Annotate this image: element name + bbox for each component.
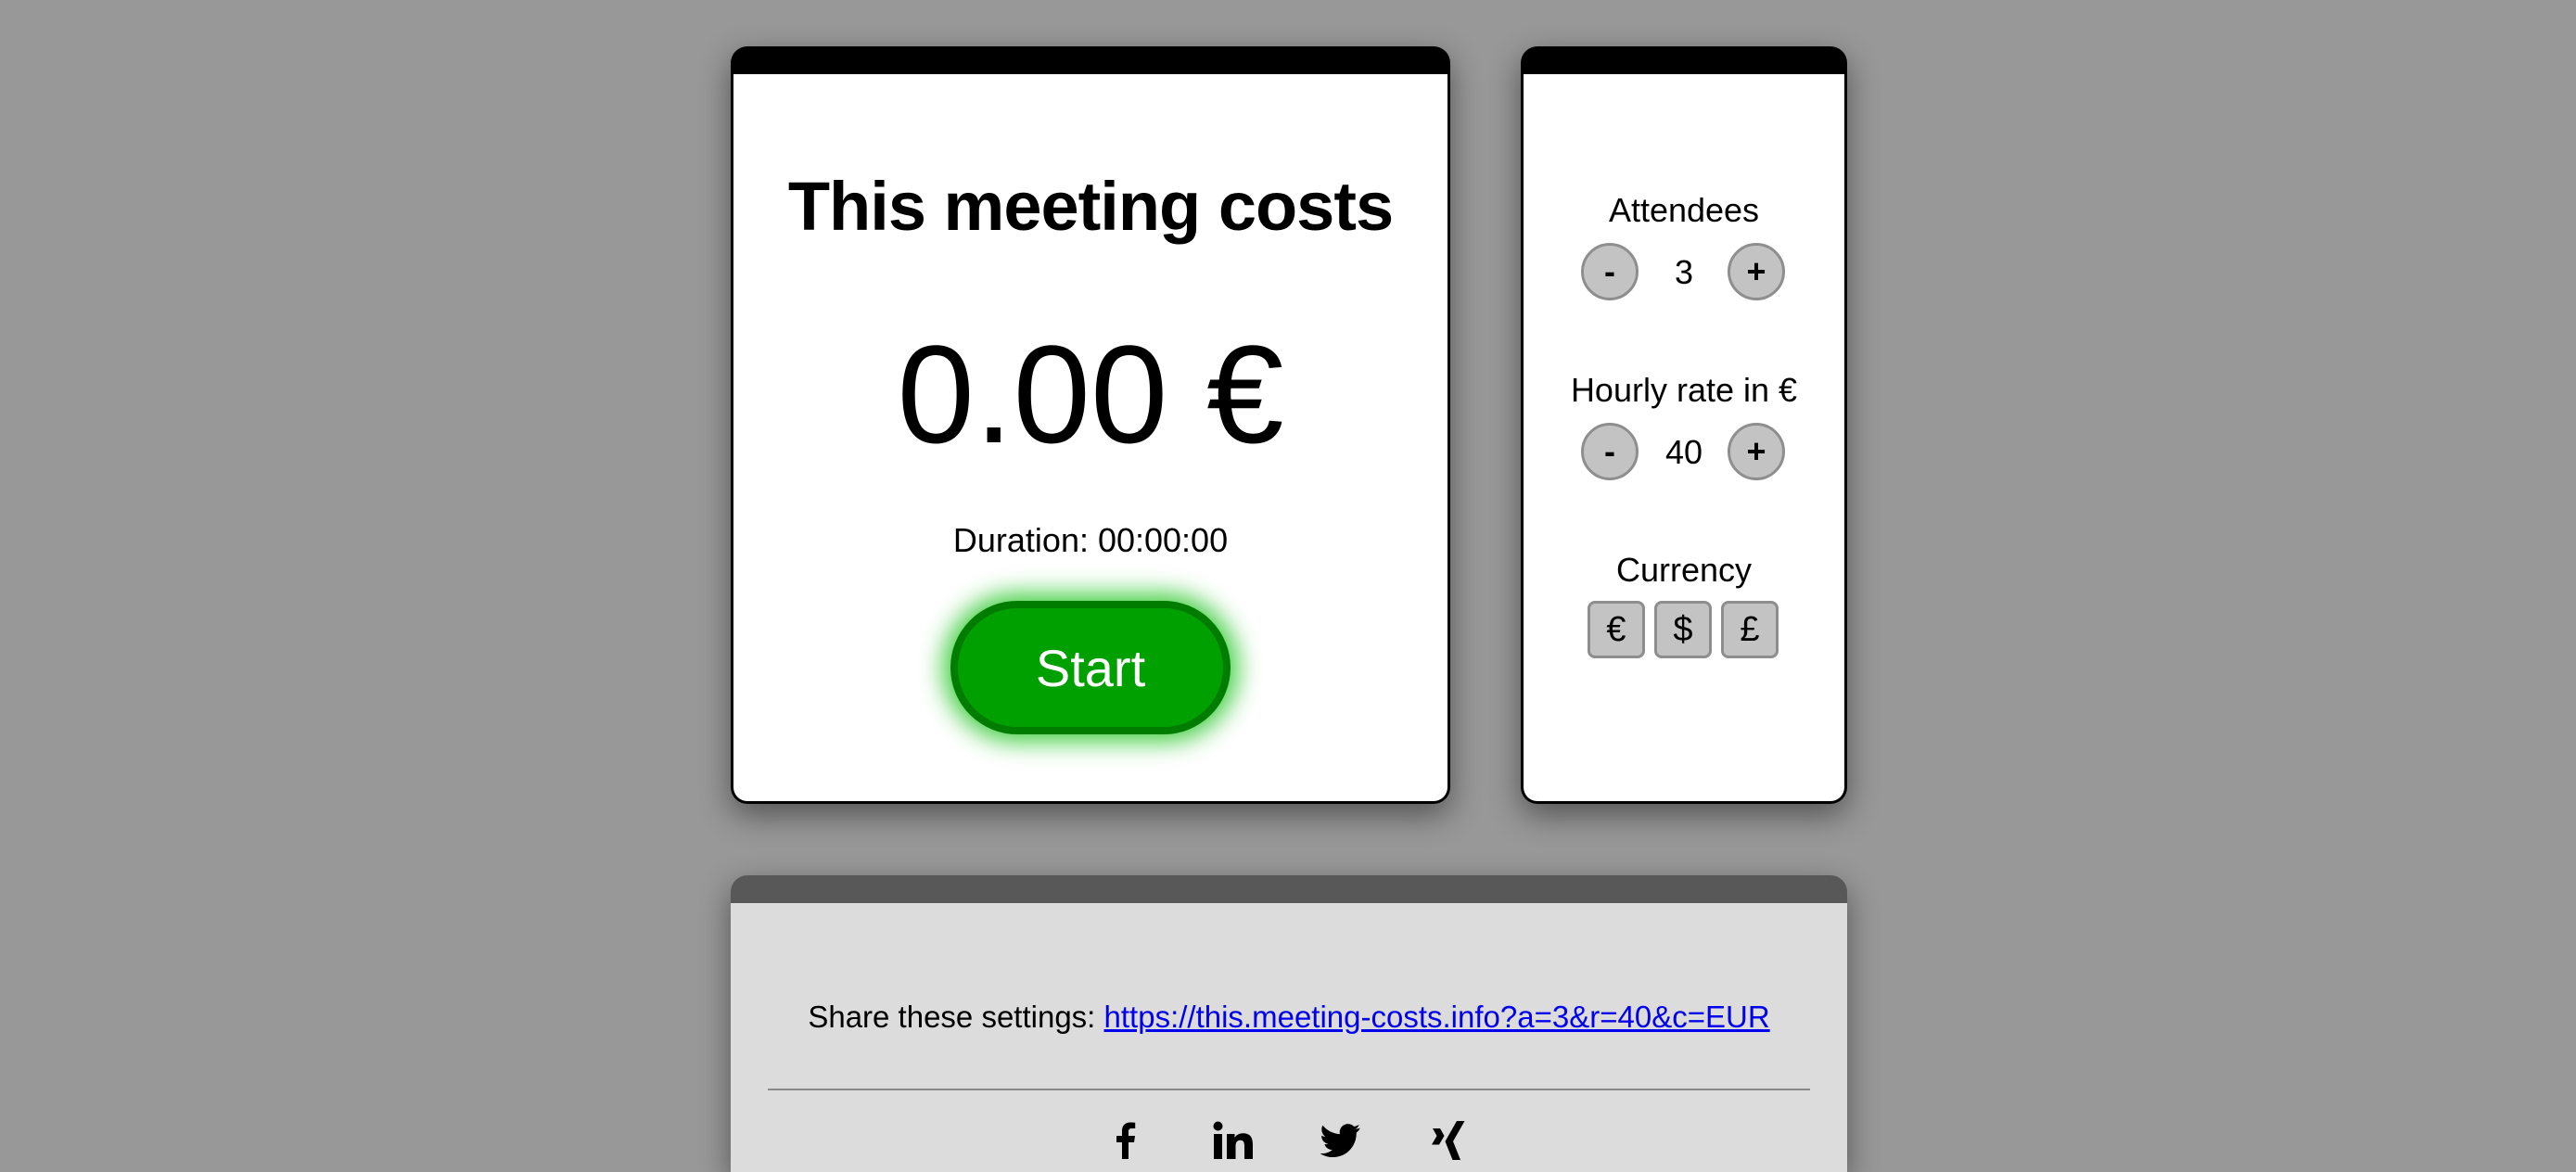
hourly-rate-label: Hourly rate in € bbox=[1570, 371, 1798, 409]
hourly-rate-value: 40 bbox=[1664, 433, 1703, 471]
divider bbox=[768, 1089, 1810, 1090]
currency-dollar-button[interactable]: $ bbox=[1654, 601, 1712, 658]
attendees-value: 3 bbox=[1674, 253, 1694, 291]
currency-pound-button[interactable]: £ bbox=[1721, 601, 1779, 658]
page-title: This meeting costs bbox=[787, 168, 1394, 245]
hourly-rate-increment-button[interactable]: + bbox=[1728, 423, 1785, 480]
hourly-rate-decrement-button[interactable]: - bbox=[1581, 423, 1639, 480]
duration-display: Duration: 00:00:00 bbox=[952, 521, 1229, 559]
facebook-icon[interactable] bbox=[1098, 1115, 1154, 1166]
linkedin-icon[interactable] bbox=[1205, 1115, 1261, 1166]
settings-card: Attendees - 3 + Hourly rate in € - 40 + … bbox=[1521, 46, 1847, 804]
share-label: Share these settings: bbox=[808, 1000, 1104, 1034]
attendees-decrement-button[interactable]: - bbox=[1581, 243, 1639, 300]
share-link[interactable]: https://this.meeting-costs.info?a=3&r=40… bbox=[1104, 1000, 1770, 1034]
currency-label: Currency bbox=[1615, 551, 1753, 589]
share-settings-line: Share these settings: https://this.meeti… bbox=[731, 1000, 1847, 1035]
cost-display: 0.00 € bbox=[897, 316, 1284, 472]
attendees-increment-button[interactable]: + bbox=[1728, 243, 1785, 300]
share-panel: Share these settings: https://this.meeti… bbox=[731, 875, 1847, 1172]
twitter-icon[interactable] bbox=[1313, 1115, 1369, 1166]
start-button[interactable]: Start bbox=[950, 601, 1231, 734]
attendees-label: Attendees bbox=[1608, 191, 1760, 229]
xing-icon[interactable] bbox=[1421, 1115, 1476, 1166]
currency-euro-button[interactable]: € bbox=[1588, 601, 1645, 658]
meeting-cost-card: This meeting costs 0.00 € Duration: 00:0… bbox=[731, 46, 1450, 804]
